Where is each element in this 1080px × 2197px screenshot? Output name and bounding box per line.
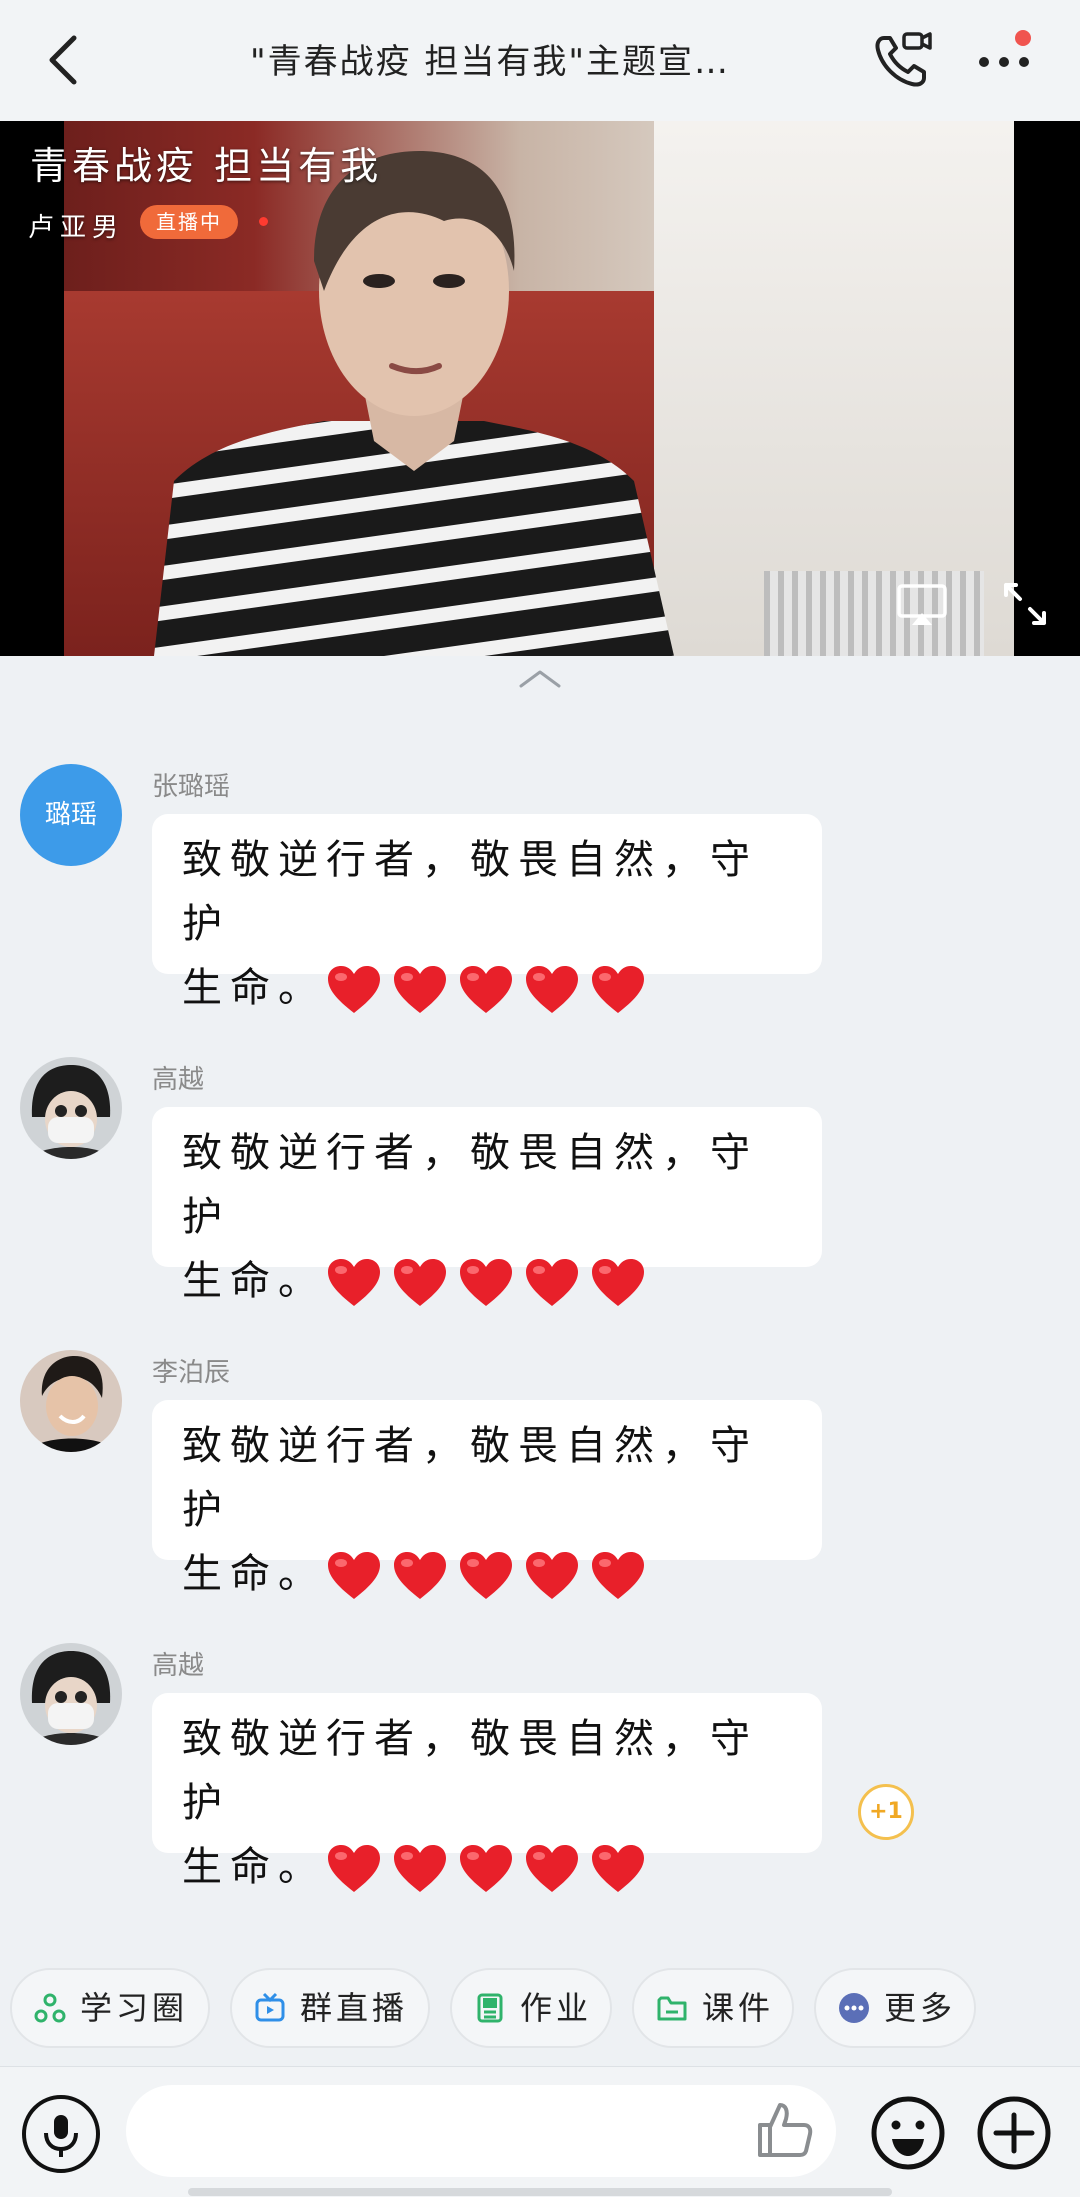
- heart-emoji: [590, 1551, 646, 1601]
- plus-icon[interactable]: [974, 2093, 1054, 2173]
- toolbar-label: 学习圈: [80, 1989, 189, 2027]
- heart-emoji-row: [326, 1249, 656, 1313]
- sender-name: 高越: [152, 1651, 205, 1681]
- heart-emoji: [524, 1844, 580, 1894]
- heart-emoji: [326, 965, 382, 1015]
- heart-emoji: [458, 1551, 514, 1601]
- thumbs-up-icon[interactable]: [752, 2097, 816, 2161]
- heart-emoji-row: [326, 956, 656, 1020]
- message-text: 致敬逆行者，敬畏自然，守护: [182, 1423, 758, 1533]
- video-frame: [64, 121, 1014, 656]
- heart-emoji: [458, 1258, 514, 1308]
- home-indicator: [188, 2188, 892, 2196]
- voice-input-button[interactable]: [22, 2095, 100, 2173]
- more-dots-icon: [839, 1993, 869, 2023]
- heart-emoji: [590, 965, 646, 1015]
- message-text: 致敬逆行者，敬畏自然，守护: [182, 837, 758, 947]
- message-text: 致敬逆行者，敬畏自然，守护: [182, 1130, 758, 1240]
- heart-emoji: [392, 1844, 448, 1894]
- courseware-icon: [657, 1996, 687, 2021]
- message-text-end: 生命。: [182, 1258, 326, 1304]
- emoji-icon[interactable]: [868, 2093, 948, 2173]
- avatar[interactable]: [20, 1643, 122, 1745]
- avatar[interactable]: [20, 1057, 122, 1159]
- message-text-end: 生命。: [182, 1551, 326, 1597]
- live-title: 青春战疫 担当有我: [30, 144, 383, 188]
- sender-name: 张璐瑶: [152, 772, 231, 802]
- message-text-end: 生命。: [182, 1844, 326, 1890]
- homework-icon: [477, 1993, 503, 2023]
- heart-emoji: [590, 1844, 646, 1894]
- heart-emoji: [590, 1258, 646, 1308]
- avatar[interactable]: 璐瑶: [20, 764, 122, 866]
- microphone-icon: [44, 2115, 78, 2157]
- heart-emoji: [458, 965, 514, 1015]
- function-toolbar: 学习圈 群直播 作业 课件 更多: [0, 1964, 1080, 2064]
- plus-one-button[interactable]: +1: [858, 1784, 914, 1840]
- heart-emoji: [524, 1258, 580, 1308]
- top-navigation-bar: "青春战疫 担当有我"主题宣…: [0, 0, 1080, 121]
- sender-name: 李泊辰: [152, 1358, 231, 1388]
- more-icon[interactable]: [972, 36, 1042, 86]
- toolbar-label: 课件: [702, 1989, 775, 2027]
- message-bubble[interactable]: 致敬逆行者，敬畏自然，守护生命。: [152, 1400, 822, 1599]
- collapse-chevron-icon[interactable]: [515, 666, 565, 690]
- heart-emoji: [458, 1844, 514, 1894]
- message-bubble[interactable]: 致敬逆行者，敬畏自然，守护生命。: [152, 1693, 822, 1892]
- heart-emoji: [326, 1551, 382, 1601]
- more-button[interactable]: 更多: [814, 1968, 976, 2048]
- back-icon[interactable]: [40, 30, 90, 90]
- host-name: 卢亚男: [28, 213, 125, 243]
- study-circle-button[interactable]: 学习圈: [10, 1968, 210, 2048]
- group-live-icon: [255, 1992, 285, 2022]
- heart-emoji: [326, 1844, 382, 1894]
- message-bubble[interactable]: 致敬逆行者，敬畏自然，守护生命。: [152, 814, 822, 1013]
- group-live-button[interactable]: 群直播: [230, 1968, 430, 2048]
- avatar[interactable]: [20, 1350, 122, 1452]
- toolbar-label: 群直播: [300, 1989, 409, 2027]
- heart-emoji: [524, 1551, 580, 1601]
- message-input-bar: [0, 2066, 1080, 2197]
- heart-emoji: [392, 1551, 448, 1601]
- message-text: 致敬逆行者，敬畏自然，守护: [182, 1716, 758, 1826]
- heart-emoji: [392, 965, 448, 1015]
- heart-emoji-row: [326, 1835, 656, 1899]
- message-text-end: 生命。: [182, 965, 326, 1011]
- message-input[interactable]: [126, 2085, 836, 2177]
- heart-emoji: [524, 965, 580, 1015]
- video-call-icon[interactable]: [870, 28, 934, 92]
- live-video-player[interactable]: 青春战疫 担当有我 卢亚男 直播中: [0, 121, 1080, 656]
- heart-emoji: [326, 1258, 382, 1308]
- study-circle-icon: [34, 1993, 66, 2023]
- live-status-badge: 直播中: [140, 205, 238, 239]
- page-title: "青春战疫 担当有我"主题宣…: [249, 42, 731, 82]
- heart-emoji-row: [326, 1542, 656, 1606]
- homework-button[interactable]: 作业: [450, 1968, 612, 2048]
- sender-name: 高越: [152, 1065, 205, 1095]
- toolbar-label: 更多: [884, 1989, 957, 2027]
- screen-cast-icon[interactable]: [896, 583, 948, 627]
- toolbar-label: 作业: [520, 1989, 593, 2027]
- fullscreen-icon[interactable]: [1000, 579, 1050, 629]
- courseware-button[interactable]: 课件: [632, 1968, 794, 2048]
- heart-emoji: [392, 1258, 448, 1308]
- message-bubble[interactable]: 致敬逆行者，敬畏自然，守护生命。: [152, 1107, 822, 1306]
- live-indicator-dot: [259, 217, 268, 226]
- notification-dot: [1015, 30, 1031, 46]
